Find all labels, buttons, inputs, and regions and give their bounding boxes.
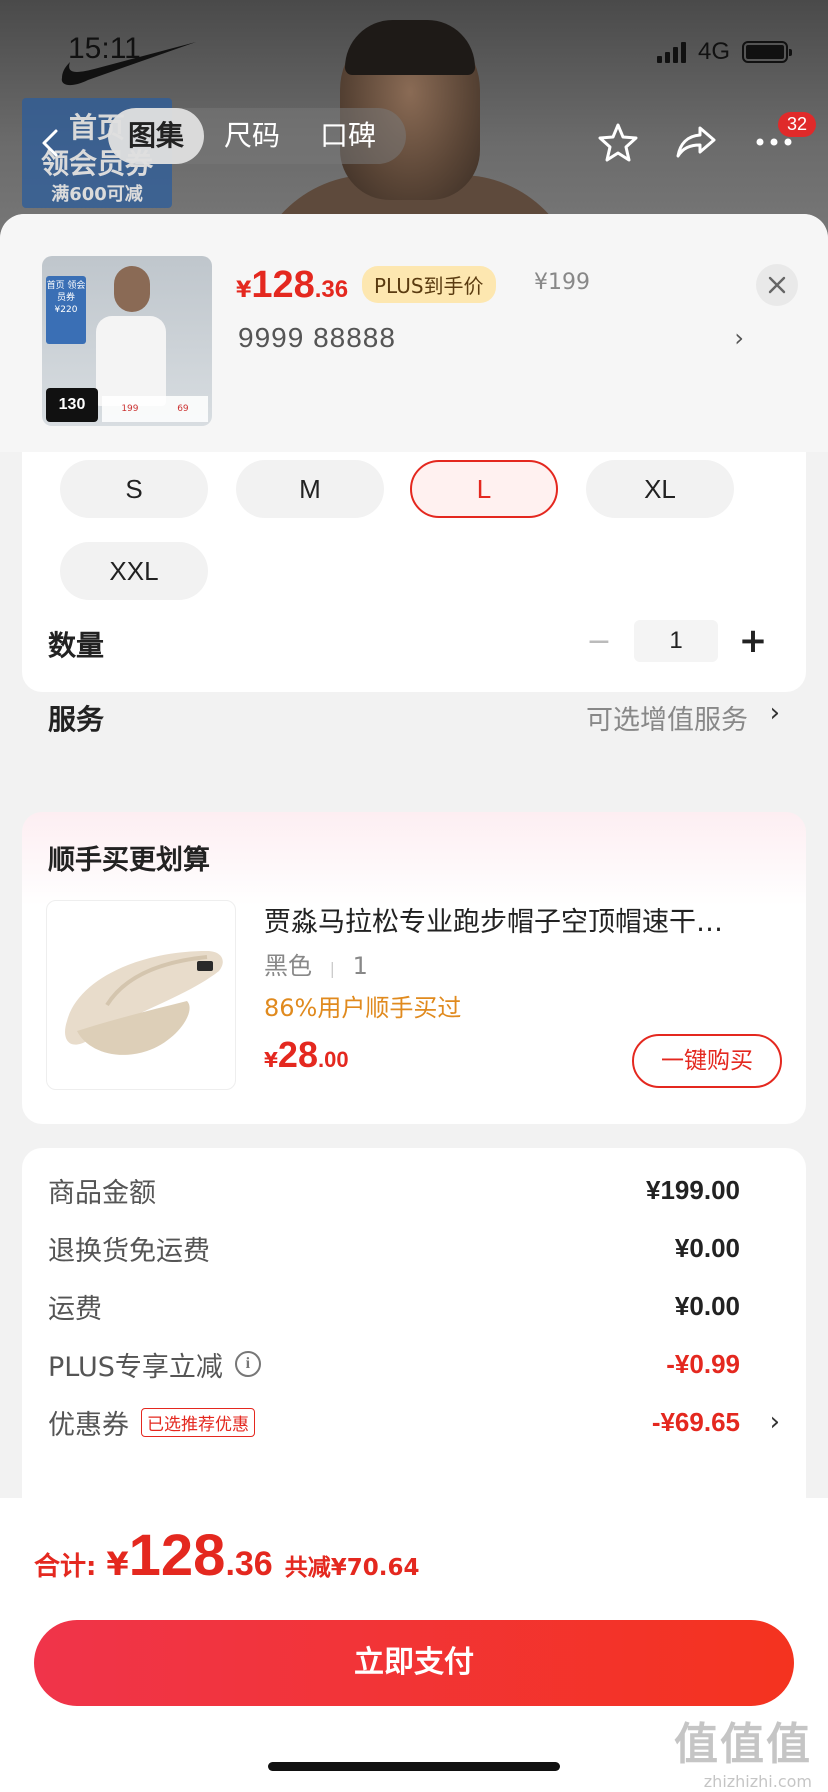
service-label: 服务 — [48, 703, 105, 736]
price-integer: 128 — [128, 1523, 226, 1588]
nav-tabs: 图集 尺码 口碑 — [108, 108, 407, 164]
tab-gallery[interactable]: 图集 — [108, 108, 205, 164]
price-symbol: ¥ — [264, 1048, 278, 1072]
total-discount: 共减¥70.64 — [284, 1555, 420, 1581]
summary-label: 商品金额 — [48, 1177, 156, 1209]
quantity-label: 数量 — [48, 629, 105, 662]
size-option-s[interactable]: S — [60, 460, 208, 518]
network-type: 4G — [697, 38, 730, 65]
summary-label: 运费 — [48, 1293, 102, 1325]
thumb-price-row: 199 69 — [102, 396, 208, 422]
total-label: 合计: — [34, 1552, 97, 1582]
size-option-l[interactable]: L — [410, 460, 558, 518]
product-header: 首页 领会员券 ¥220 130 199 69 ¥ 128 .36 PLUS到手… — [0, 214, 828, 452]
battery-icon — [742, 41, 792, 63]
summary-label: 优惠券 — [48, 1409, 129, 1441]
model-hair — [345, 20, 475, 75]
service-value[interactable]: 可选增值服务 — [586, 698, 748, 737]
checkout-footer: 合计: ¥ 128 .36 共减¥70.64 立即支付 值值值 zhizhizh… — [0, 1498, 828, 1792]
summary-value: -¥69.65 — [651, 1406, 740, 1437]
watermark-logo-text: 值值值 — [674, 1719, 812, 1770]
order-total: 合计: ¥ 128 .36 共减¥70.64 — [34, 1522, 419, 1589]
thumb-row-value: 199 — [121, 404, 139, 414]
price-decimal: .00 — [317, 1047, 349, 1072]
price-decimal: .36 — [314, 276, 349, 303]
price-integer: 128 — [251, 264, 315, 306]
summary-value: ¥0.00 — [674, 1232, 740, 1263]
summary-label: PLUS专享立减 — [48, 1351, 223, 1383]
options-card: S M L XL XXL 数量 − 1 + 服务 可选增值服务 › — [22, 452, 806, 736]
summary-label-with-tag: 优惠券 已选推荐优惠 — [48, 1403, 255, 1442]
summary-row-plus-discount: PLUS专享立减 i -¥0.99 — [48, 1344, 740, 1384]
price-integer: 28 — [277, 1034, 318, 1075]
tab-reviews[interactable]: 口碑 — [300, 108, 396, 164]
message-badge: 32 — [777, 112, 816, 137]
summary-value: ¥0.00 — [674, 1290, 740, 1321]
status-indicators: 4G — [656, 38, 792, 66]
price-symbol: ¥ — [106, 1545, 129, 1583]
promo-line3: 满600可减 — [51, 184, 143, 205]
recommendation-bought-percent: 86%用户顺手买过 — [264, 994, 462, 1022]
variant-qty: 1 — [352, 952, 368, 980]
price-summary-card: 商品金额 ¥199.00 退换货免运费 ¥0.00 运费 ¥0.00 PLUS专… — [22, 1148, 806, 1528]
thumb-tank-top — [96, 316, 166, 406]
selected-sku-text[interactable]: 9999 88888 — [238, 322, 396, 354]
price-decimal: .36 — [225, 1545, 273, 1583]
original-price: ¥199 — [534, 270, 590, 295]
recommendation-price: ¥ 28 .00 — [264, 1034, 349, 1076]
size-option-m[interactable]: M — [236, 460, 384, 518]
quantity-value[interactable]: 1 — [634, 620, 718, 662]
visor-cap-illustration — [65, 951, 223, 1055]
recommendation-title: 顺手买更划算 — [48, 845, 210, 876]
recommendation-product-name[interactable]: 贾淼马拉松专业跑步帽子空顶帽速干… — [264, 900, 784, 939]
price-symbol: ¥ — [236, 278, 252, 303]
summary-label: 退换货免运费 — [48, 1235, 210, 1267]
share-icon[interactable] — [674, 120, 718, 164]
watermark: 值值值 zhizhizhi.com — [674, 1708, 812, 1791]
visor-cap-image[interactable] — [46, 900, 236, 1090]
size-option-xl[interactable]: XL — [586, 460, 734, 518]
close-icon — [768, 276, 786, 294]
chevron-right-icon[interactable]: › — [770, 1402, 780, 1442]
star-icon[interactable] — [596, 120, 640, 164]
recommendation-variant: 黑色 | 1 — [264, 946, 368, 981]
quantity-minus-button[interactable]: − — [584, 624, 614, 659]
status-time: 15:11 — [68, 32, 141, 65]
summary-value: -¥0.99 — [666, 1348, 740, 1379]
quantity-stepper: − 1 + — [584, 620, 768, 662]
thumb-promo: 首页 领会员券 ¥220 — [46, 276, 86, 344]
close-button[interactable] — [756, 264, 798, 306]
summary-label-with-info: PLUS专享立减 i — [48, 1345, 261, 1384]
chevron-right-icon[interactable]: › — [770, 698, 780, 728]
quantity-plus-button[interactable]: + — [738, 621, 768, 661]
nav-actions — [596, 120, 796, 164]
coupon-selected-tag: 已选推荐优惠 — [141, 1407, 255, 1437]
back-icon[interactable] — [36, 128, 66, 158]
summary-row-coupon[interactable]: 优惠券 已选推荐优惠 -¥69.65 — [48, 1402, 740, 1442]
summary-value: ¥199.00 — [646, 1174, 740, 1205]
summary-row-shipping: 运费 ¥0.00 — [48, 1286, 740, 1326]
variant-color: 黑色 — [264, 952, 312, 980]
plus-price-tag: PLUS到手价 — [362, 266, 496, 303]
variant-divider: | — [329, 959, 336, 978]
home-indicator[interactable] — [268, 1762, 560, 1771]
signal-icon — [656, 41, 686, 63]
product-price: ¥ 128 .36 — [236, 264, 348, 307]
thumb-price: 130 — [46, 388, 98, 422]
tab-size[interactable]: 尺码 — [204, 108, 300, 164]
info-icon[interactable]: i — [234, 1351, 261, 1377]
thumb-model-face — [114, 266, 150, 312]
pay-now-button[interactable]: 立即支付 — [34, 1620, 794, 1706]
size-option-xxl[interactable]: XXL — [60, 542, 208, 600]
product-thumbnail[interactable]: 首页 领会员券 ¥220 130 199 69 — [42, 256, 212, 426]
add-on-recommendation-card: 顺手买更划算 贾淼马拉松专业跑步帽子空顶帽速干… 黑色 | 1 86%用户顺手买… — [22, 812, 806, 1124]
summary-row-return-shipping: 退换货免运费 ¥0.00 — [48, 1228, 740, 1268]
summary-row-goods-amount: 商品金额 ¥199.00 — [48, 1170, 740, 1210]
chevron-right-icon[interactable]: › — [734, 324, 744, 352]
thumb-row-value: 69 — [177, 404, 189, 414]
one-click-buy-button[interactable]: 一键购买 — [632, 1034, 782, 1088]
watermark-url: zhizhizhi.com — [703, 1772, 812, 1791]
